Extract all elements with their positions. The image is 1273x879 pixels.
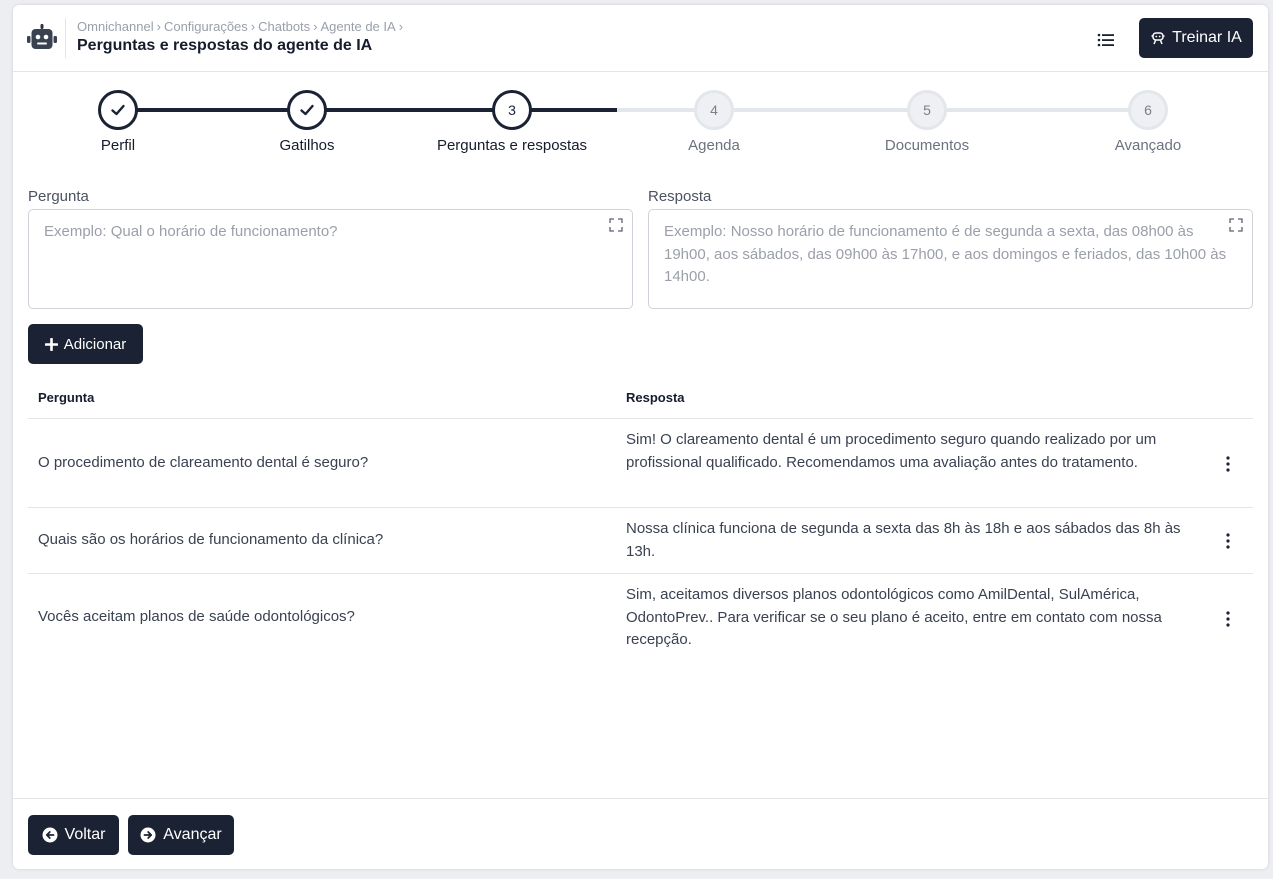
main-card: Omnichannel › Configurações › Chatbots › Agent… xyxy=(13,5,1268,869)
arrow-left-circle-icon xyxy=(42,827,58,843)
answer-placeholder: Exemplo: Nosso horário de funcionamento … xyxy=(664,223,1227,285)
answer-label: Resposta xyxy=(648,188,712,205)
robot-icon xyxy=(27,24,57,49)
back-button[interactable]: Voltar xyxy=(28,815,119,855)
wizard-stepper: Perfil Gatilhos 3 Perguntas e respostas … xyxy=(13,72,1268,172)
step-label: Avançado xyxy=(1114,137,1182,154)
check-icon xyxy=(111,104,125,116)
train-ai-label: Treinar IA xyxy=(1172,29,1242,46)
table-row: Quais são os horários de funcionamento d… xyxy=(28,508,1253,574)
answer-input[interactable]: Exemplo: Nosso horário de funcionamento … xyxy=(648,209,1253,309)
column-header-question: Pergunta xyxy=(38,390,95,405)
table-row: Vocês aceitam planos de saúde odontológi… xyxy=(28,574,1253,663)
breadcrumb-item-chatbots[interactable]: Chatbots xyxy=(258,19,310,34)
column-header-answer: Resposta xyxy=(626,390,685,405)
row-answer: Sim, aceitamos diversos planos odontológ… xyxy=(626,586,1162,648)
add-label: Adicionar xyxy=(63,335,127,353)
breadcrumb-separator: › xyxy=(313,19,318,34)
plus-icon xyxy=(44,337,58,351)
table-header: Pergunta Resposta xyxy=(28,378,1253,419)
check-icon xyxy=(300,104,314,116)
row-menu-button[interactable] xyxy=(1218,530,1238,552)
breadcrumb-item-configuracoes[interactable]: Configurações xyxy=(164,19,248,34)
step-circle: 6 xyxy=(1128,90,1168,130)
question-label: Pergunta xyxy=(28,188,89,205)
table-row: O procedimento de clareamento dental é s… xyxy=(28,419,1253,508)
list-view-button[interactable] xyxy=(1095,29,1117,51)
expand-icon[interactable] xyxy=(1229,218,1243,232)
page-title: Perguntas e respostas do agente de IA xyxy=(77,37,373,54)
header-divider xyxy=(65,18,66,58)
question-input[interactable]: Exemplo: Qual o horário de funcionamento… xyxy=(28,209,633,309)
step-label: Gatilhos xyxy=(279,137,335,154)
breadcrumb-separator: › xyxy=(250,19,256,34)
arrow-right-circle-icon xyxy=(140,827,156,843)
robot-outline-icon xyxy=(1151,32,1165,45)
qa-table: Pergunta Resposta O procedimento de clar… xyxy=(28,378,1253,663)
step-circle: 3 xyxy=(492,90,532,130)
step-documentos[interactable]: 5 Documentos xyxy=(827,90,1027,154)
step-label: Perguntas e respostas xyxy=(436,137,588,154)
more-vertical-icon xyxy=(1226,456,1230,472)
step-label: Agenda xyxy=(688,137,740,154)
add-button[interactable]: Adicionar xyxy=(28,324,143,364)
more-vertical-icon xyxy=(1226,611,1230,627)
breadcrumb-separator: › xyxy=(156,19,161,34)
step-circle xyxy=(287,90,327,130)
step-gatilhos[interactable]: Gatilhos xyxy=(207,90,407,154)
breadcrumb: Omnichannel › Configurações › Chatbots › Agent… xyxy=(77,19,406,34)
step-perguntas-respostas[interactable]: 3 Perguntas e respostas xyxy=(412,90,612,154)
next-label: Avançar xyxy=(163,826,222,843)
next-button[interactable]: Avançar xyxy=(128,815,234,855)
list-icon xyxy=(1097,33,1114,47)
row-menu-button[interactable] xyxy=(1218,608,1238,630)
row-answer: Nossa clínica funciona de segunda a sext… xyxy=(626,520,1181,560)
step-label: Perfil xyxy=(100,137,136,154)
breadcrumb-separator: › xyxy=(398,19,404,34)
page-header: Omnichannel › Configurações › Chatbots › Agent… xyxy=(13,5,1268,72)
wizard-footer: Voltar Avançar xyxy=(13,798,1268,869)
back-label: Voltar xyxy=(64,826,106,843)
step-perfil[interactable]: Perfil xyxy=(18,90,218,154)
row-question: O procedimento de clareamento dental é s… xyxy=(38,454,369,471)
question-placeholder: Exemplo: Qual o horário de funcionamento… xyxy=(44,223,338,240)
step-label: Documentos xyxy=(884,137,970,154)
step-circle: 5 xyxy=(907,90,947,130)
row-menu-button[interactable] xyxy=(1218,453,1238,475)
step-agenda[interactable]: 4 Agenda xyxy=(614,90,814,154)
step-circle xyxy=(98,90,138,130)
expand-icon[interactable] xyxy=(609,218,623,232)
breadcrumb-item-omnichannel[interactable]: Omnichannel xyxy=(77,19,154,34)
step-avancado[interactable]: 6 Avançado xyxy=(1048,90,1248,154)
row-answer: Sim! O clareamento dental é um procedime… xyxy=(626,431,1157,471)
row-question: Vocês aceitam planos de saúde odontológi… xyxy=(38,608,355,625)
breadcrumb-item-agente-ia[interactable]: Agente de IA xyxy=(321,19,396,34)
more-vertical-icon xyxy=(1226,533,1230,549)
step-circle: 4 xyxy=(694,90,734,130)
train-ai-button[interactable]: Treinar IA xyxy=(1139,18,1253,58)
row-question: Quais são os horários de funcionamento d… xyxy=(38,531,384,548)
